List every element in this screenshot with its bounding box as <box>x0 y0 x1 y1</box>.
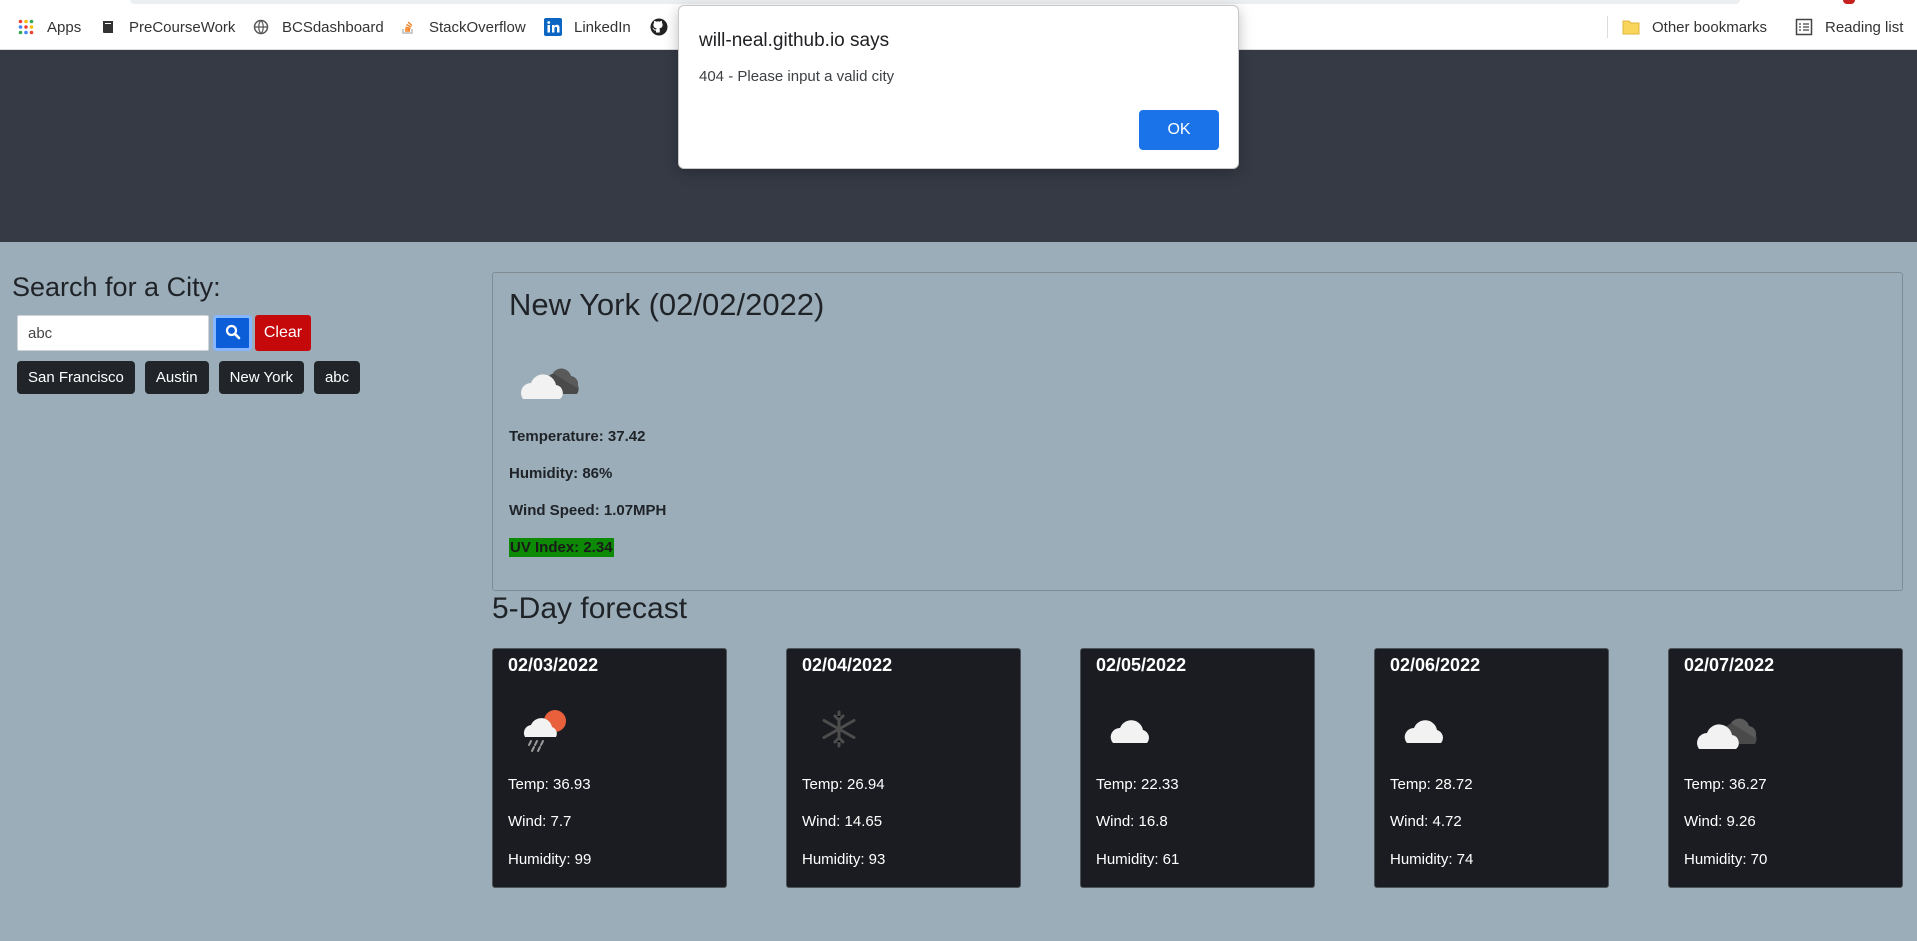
current-humidity: Humidity: 86% <box>509 465 613 482</box>
folder-icon <box>1622 18 1640 36</box>
search-title: Search for a City: <box>12 272 221 302</box>
current-temperature: Temperature: 37.42 <box>509 428 646 445</box>
forecast-wind: Wind: 4.72 <box>1390 813 1462 830</box>
reading-list-icon <box>1795 18 1813 36</box>
profile-avatar-edge[interactable] <box>1843 0 1855 4</box>
forecast-humidity: Humidity: 99 <box>508 851 592 868</box>
forecast-date: 02/05/2022 <box>1096 655 1187 675</box>
bookmark-label: PreCourseWork <box>129 18 236 36</box>
alert-dialog: will-neal.github.io says 404 - Please in… <box>678 5 1239 169</box>
reading-list[interactable]: Reading list <box>1795 16 1903 38</box>
bookmark-apps[interactable]: Apps <box>17 16 81 38</box>
forecast-date: 02/04/2022 <box>802 655 893 675</box>
cloud-icon <box>1105 703 1165 760</box>
bookmark-label: LinkedIn <box>574 18 631 36</box>
stackoverflow-icon <box>399 18 417 36</box>
github-icon <box>650 18 668 36</box>
forecast-date: 02/07/2022 <box>1684 655 1775 675</box>
search-icon <box>225 324 241 343</box>
bookmark-github[interactable] <box>650 16 680 38</box>
snowflake-icon <box>811 703 871 760</box>
cloudy-icon <box>515 355 587 410</box>
current-wind-speed: Wind Speed: 1.07MPH <box>509 502 667 519</box>
bookmark-precoursework[interactable]: PreCourseWork <box>99 16 235 38</box>
forecast-card: 02/07/2022 Temp: 36.27 Wind: 9.26 Humidi… <box>1668 648 1903 888</box>
forecast-temp: Temp: 28.72 <box>1390 776 1473 793</box>
forecast-humidity: Humidity: 74 <box>1390 851 1474 868</box>
search-history: San Francisco Austin New York abc <box>17 361 361 394</box>
linkedin-icon <box>544 18 562 36</box>
bookmark-label: BCSdashboard <box>282 18 384 36</box>
forecast-wind: Wind: 16.8 <box>1096 813 1168 830</box>
forecast-temp: Temp: 36.27 <box>1684 776 1767 793</box>
forecast-humidity: Humidity: 61 <box>1096 851 1180 868</box>
search-button[interactable] <box>213 315 252 351</box>
forecast-date: 02/06/2022 <box>1390 655 1481 675</box>
cloud-icon <box>1399 703 1459 760</box>
forecast-temp: Temp: 22.33 <box>1096 776 1179 793</box>
forecast-wind: Wind: 9.26 <box>1684 813 1756 830</box>
book-icon <box>99 18 117 36</box>
ok-button[interactable]: OK <box>1139 110 1219 150</box>
history-button-austin[interactable]: Austin <box>144 361 209 394</box>
forecast-card: 02/04/2022 Temp: 26.94 Wind: 14.65 Humid… <box>786 648 1021 888</box>
forecast-date: 02/03/2022 <box>508 655 599 675</box>
other-bookmarks-label: Other bookmarks <box>1652 18 1768 36</box>
address-bar-edge <box>130 0 1740 4</box>
forecast-temp: Temp: 26.94 <box>802 776 885 793</box>
dialog-message: 404 - Please input a valid city <box>699 68 895 85</box>
rain-sun-icon <box>517 703 577 760</box>
forecast-card: 02/06/2022 Temp: 28.72 Wind: 4.72 Humidi… <box>1374 648 1609 888</box>
forecast-card: 02/03/2022 Temp: 36.93 Wind: 7.7 Humidit… <box>492 648 727 888</box>
globe-icon <box>252 18 270 36</box>
forecast-card: 02/05/2022 Temp: 22.33 Wind: 16.8 Humidi… <box>1080 648 1315 888</box>
dialog-title: will-neal.github.io says <box>699 30 890 51</box>
bookmark-stackoverflow[interactable]: StackOverflow <box>399 16 526 38</box>
clear-button[interactable]: Clear <box>255 315 311 351</box>
forecast-title: 5-Day forecast <box>492 592 688 625</box>
reading-list-label: Reading list <box>1825 18 1904 36</box>
bookmark-linkedin[interactable]: LinkedIn <box>544 16 631 38</box>
current-weather-card: New York (02/02/2022) Temperature: 37.42… <box>492 272 1903 591</box>
cloudy-icon <box>1693 703 1765 760</box>
uv-index-badge: UV Index: 2.34 <box>509 538 614 557</box>
history-button-new-york[interactable]: New York <box>218 361 304 394</box>
bookmark-label: Apps <box>47 18 82 36</box>
apps-grid-icon <box>17 18 35 36</box>
forecast-cards: 02/03/2022 Temp: 36.93 Wind: 7.7 Humidit… <box>492 648 1903 888</box>
bookmarks-separator <box>1607 16 1608 38</box>
forecast-humidity: Humidity: 93 <box>802 851 886 868</box>
forecast-temp: Temp: 36.93 <box>508 776 591 793</box>
city-search-input[interactable] <box>17 315 209 351</box>
current-city-title: New York (02/02/2022) <box>509 287 825 322</box>
other-bookmarks[interactable]: Other bookmarks <box>1622 16 1767 38</box>
history-button-abc[interactable]: abc <box>313 361 361 394</box>
forecast-humidity: Humidity: 70 <box>1684 851 1768 868</box>
forecast-wind: Wind: 7.7 <box>508 813 572 830</box>
bookmark-bcsdashboard[interactable]: BCSdashboard <box>252 16 384 38</box>
bookmark-label: StackOverflow <box>429 18 526 36</box>
forecast-wind: Wind: 14.65 <box>802 813 883 830</box>
history-button-san-francisco[interactable]: San Francisco <box>17 361 135 394</box>
